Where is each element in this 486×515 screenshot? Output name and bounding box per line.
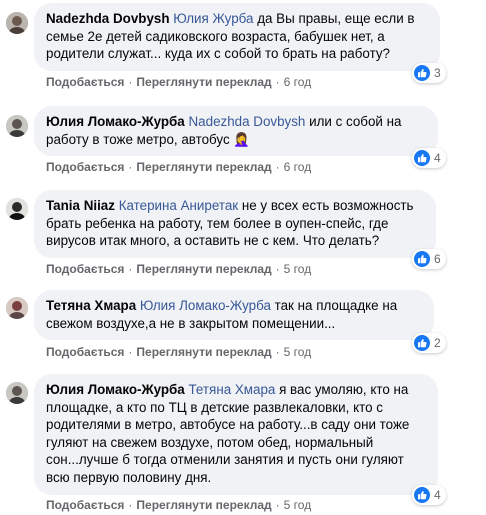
reaction-count: 6: [434, 252, 441, 266]
like-icon: [414, 65, 430, 81]
comment-timestamp[interactable]: 5 год: [284, 262, 312, 276]
translate-button[interactable]: Переглянути переклад: [136, 160, 271, 174]
like-button[interactable]: Подобається: [46, 75, 124, 89]
avatar[interactable]: [6, 115, 28, 137]
comment-mention[interactable]: Катерина Аниретак: [119, 198, 238, 213]
reaction-summary[interactable]: 4: [412, 148, 446, 168]
comment-timestamp[interactable]: 6 год: [284, 160, 312, 174]
like-button[interactable]: Подобається: [46, 160, 124, 174]
comment-bubble: Юлия Ломако-Журба Nadezhda Dovbysh или с…: [34, 106, 438, 157]
translate-button[interactable]: Переглянути переклад: [136, 498, 271, 512]
reaction-summary[interactable]: 4: [412, 485, 446, 505]
comment-actions: Подобається · Переглянути переклад · 6 год: [46, 75, 312, 89]
comment-actions: Подобається · Переглянути переклад · 5 год: [46, 498, 312, 512]
comment-timestamp[interactable]: 5 год: [284, 345, 312, 359]
comment-mention[interactable]: Юлия Ломако-Журба: [140, 298, 271, 313]
comment-actions: Подобається · Переглянути переклад · 5 год: [46, 262, 312, 276]
reaction-count: 4: [434, 488, 441, 502]
comment-actions: Подобається · Переглянути переклад · 6 год: [46, 160, 312, 174]
comment-author[interactable]: Юлия Ломако-Журба: [46, 114, 185, 129]
like-button[interactable]: Подобається: [46, 498, 124, 512]
translate-button[interactable]: Переглянути переклад: [136, 345, 271, 359]
translate-button[interactable]: Переглянути переклад: [136, 75, 271, 89]
comment-author[interactable]: Nadezhda Dovbysh: [46, 11, 170, 26]
avatar[interactable]: [6, 198, 28, 220]
comment-timestamp[interactable]: 5 год: [284, 498, 312, 512]
reaction-count: 3: [434, 66, 441, 80]
comment-mention[interactable]: Юлия Журба: [173, 11, 253, 26]
avatar[interactable]: [6, 382, 28, 404]
comment-mention[interactable]: Nadezhda Dovbysh: [189, 114, 306, 129]
comment-author[interactable]: Юлия Ломако-Журба: [46, 382, 185, 397]
comment-actions: Подобається · Переглянути переклад · 5 год: [46, 345, 312, 359]
like-icon: [414, 150, 430, 166]
comment-author[interactable]: Tania Niiaz: [46, 198, 115, 213]
like-icon: [414, 251, 430, 267]
like-icon: [414, 487, 430, 503]
reaction-count: 4: [434, 151, 441, 165]
comment-bubble: Nadezhda Dovbysh Юлия Журба да Вы правы,…: [34, 3, 440, 71]
like-button[interactable]: Подобається: [46, 345, 124, 359]
comment-timestamp[interactable]: 6 год: [284, 75, 312, 89]
comment-text: я вас умоляю, кто на площадке, а кто по …: [46, 382, 410, 485]
comment-bubble: Тетяна Хмара Юлия Ломако-Журба так на пл…: [34, 290, 434, 341]
reaction-summary[interactable]: 6: [412, 249, 446, 269]
comment-bubble: Юлия Ломако-Журба Тетяна Хмара я вас умо…: [34, 374, 438, 495]
avatar[interactable]: [6, 297, 28, 319]
comment-mention[interactable]: Тетяна Хмара: [189, 382, 276, 397]
comment-bubble: Tania Niiaz Катерина Аниретак не у всех …: [34, 190, 436, 258]
reaction-count: 2: [434, 336, 441, 350]
reaction-summary[interactable]: 3: [412, 63, 446, 83]
avatar[interactable]: [6, 12, 28, 34]
like-icon: [414, 335, 430, 351]
like-button[interactable]: Подобається: [46, 262, 124, 276]
reaction-summary[interactable]: 2: [412, 333, 446, 353]
translate-button[interactable]: Переглянути переклад: [136, 262, 271, 276]
comment-author[interactable]: Тетяна Хмара: [46, 298, 136, 313]
